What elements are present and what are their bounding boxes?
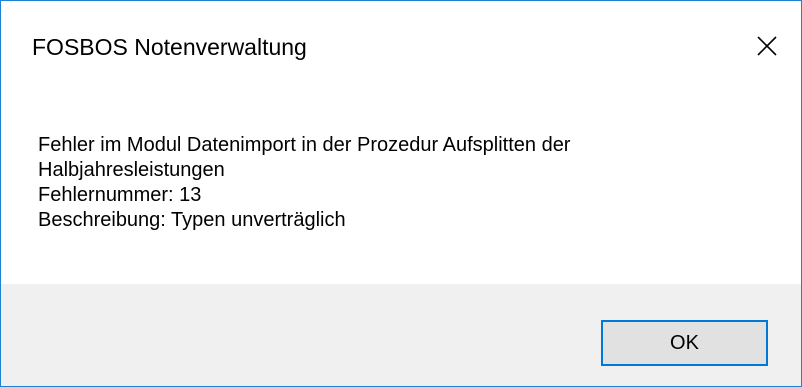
message-dialog: FOSBOS Notenverwaltung Fehler im Modul D… xyxy=(0,0,802,387)
dialog-content: Fehler im Modul Datenimport in der Proze… xyxy=(1,95,801,284)
message-line-description: Beschreibung: Typen unverträglich xyxy=(38,209,346,231)
message-line-2: Halbjahresleistungen xyxy=(38,159,225,181)
message-line-error-number: Fehlernummer: 13 xyxy=(38,184,202,206)
ok-button[interactable]: OK xyxy=(601,320,768,366)
window-title: FOSBOS Notenverwaltung xyxy=(32,34,307,60)
error-message: Fehler im Modul Datenimport in der Proze… xyxy=(38,133,570,233)
title-bar[interactable]: FOSBOS Notenverwaltung xyxy=(1,1,801,95)
button-bar: OK xyxy=(1,284,801,386)
close-button[interactable] xyxy=(739,19,795,73)
close-icon xyxy=(757,36,777,56)
ok-button-label: OK xyxy=(670,331,699,354)
message-line-1: Fehler im Modul Datenimport in der Proze… xyxy=(38,134,571,156)
